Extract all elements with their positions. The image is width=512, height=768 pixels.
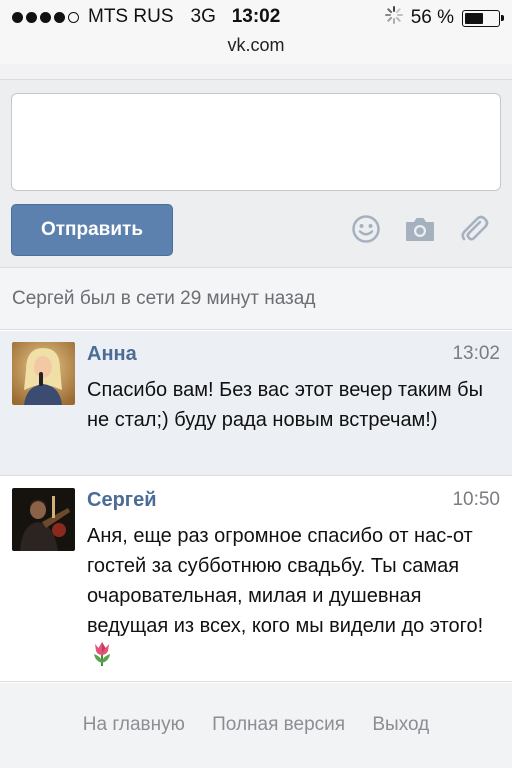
last-seen-status: Сергей был в сети 29 минут назад	[0, 268, 512, 330]
message-item[interactable]: Анна 13:02 Спасибо вам! Без вас этот веч…	[0, 331, 512, 476]
message-time: 10:50	[452, 489, 500, 510]
footer-link-logout[interactable]: Выход	[372, 714, 429, 735]
compose-area: Отправить	[0, 80, 512, 268]
page-url: vk.com	[227, 35, 285, 55]
message-text-container: Аня, еще раз огромное спасибо от нас-от …	[87, 521, 499, 676]
activity-spinner-icon	[384, 6, 403, 30]
avatar-anna[interactable]	[12, 342, 75, 405]
smile-icon[interactable]	[350, 213, 382, 245]
footer-link-full-version[interactable]: Полная версия	[212, 714, 345, 735]
message-text: Аня, еще раз огромное спасибо от нас-от …	[87, 525, 484, 637]
message-item[interactable]: Сергей 10:50 Аня, еще раз огромное спаси…	[0, 477, 512, 682]
paperclip-icon[interactable]	[458, 213, 490, 245]
battery-percent: 56 %	[410, 7, 454, 28]
address-bar[interactable]: vk.com	[0, 34, 512, 64]
battery-icon	[462, 9, 504, 27]
send-button[interactable]: Отправить	[11, 204, 173, 256]
message-time: 13:02	[452, 343, 500, 364]
footer-link-home[interactable]: На главную	[83, 714, 185, 735]
message-input[interactable]	[11, 93, 501, 191]
avatar-sergey[interactable]	[12, 488, 75, 551]
tulip-icon	[91, 641, 113, 676]
header-divider	[0, 64, 512, 80]
attachment-toolbar	[350, 213, 490, 245]
message-author[interactable]: Анна	[87, 343, 137, 366]
message-text: Спасибо вам! Без вас этот вечер таким бы…	[87, 379, 484, 431]
footer: На главную Полная версия Выход	[0, 683, 512, 768]
camera-icon[interactable]	[404, 213, 436, 245]
message-author[interactable]: Сергей	[87, 489, 157, 512]
status-bar: MTS RUS 3G 13:02 56 %	[0, 0, 512, 34]
